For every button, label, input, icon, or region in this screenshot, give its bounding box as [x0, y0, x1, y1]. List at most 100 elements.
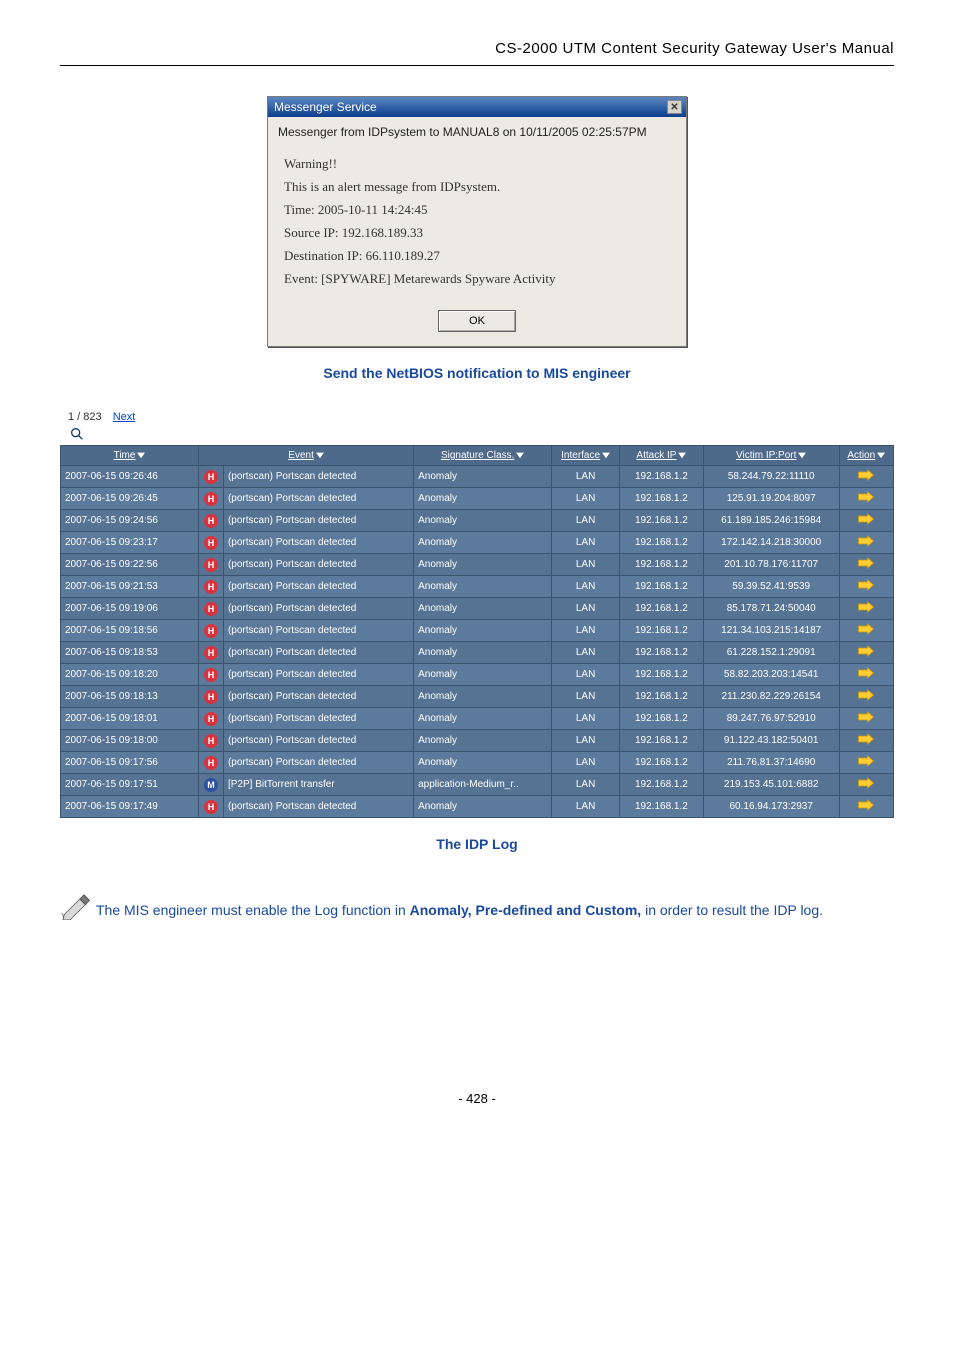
- cell-interface: LAN: [552, 642, 620, 664]
- cell-risk: H: [199, 466, 224, 488]
- cell-event: (portscan) Portscan detected: [223, 598, 413, 620]
- arrow-icon[interactable]: [857, 733, 875, 748]
- cell-victim-ip: 125.91.19.204:8097: [703, 488, 839, 510]
- dialog-line: This is an alert message from IDPsystem.: [284, 179, 670, 195]
- cell-action[interactable]: [839, 774, 893, 796]
- cell-action[interactable]: [839, 510, 893, 532]
- cell-action[interactable]: [839, 532, 893, 554]
- cell-event: (portscan) Portscan detected: [223, 752, 413, 774]
- cell-attack-ip: 192.168.1.2: [620, 488, 704, 510]
- cell-event: (portscan) Portscan detected: [223, 576, 413, 598]
- cell-action[interactable]: [839, 664, 893, 686]
- cell-action[interactable]: [839, 686, 893, 708]
- cell-attack-ip: 192.168.1.2: [620, 686, 704, 708]
- arrow-icon[interactable]: [857, 755, 875, 770]
- arrow-icon[interactable]: [857, 645, 875, 660]
- cell-action[interactable]: [839, 730, 893, 752]
- search-icon[interactable]: [68, 425, 86, 443]
- risk-badge: H: [204, 756, 218, 770]
- table-row: 2007-06-15 09:17:56H(portscan) Portscan …: [61, 752, 894, 774]
- cell-interface: LAN: [552, 510, 620, 532]
- cell-action[interactable]: [839, 554, 893, 576]
- col-event[interactable]: Event: [199, 446, 414, 466]
- col-action[interactable]: Action: [839, 446, 893, 466]
- cell-attack-ip: 192.168.1.2: [620, 774, 704, 796]
- cell-time: 2007-06-15 09:18:53: [61, 642, 199, 664]
- table-row: 2007-06-15 09:18:01H(portscan) Portscan …: [61, 708, 894, 730]
- risk-badge: M: [204, 778, 218, 792]
- arrow-icon[interactable]: [857, 777, 875, 792]
- cell-signature: Anomaly: [414, 554, 552, 576]
- risk-badge: H: [204, 580, 218, 594]
- cell-interface: LAN: [552, 752, 620, 774]
- cell-interface: LAN: [552, 708, 620, 730]
- dialog-titlebar: Messenger Service ✕: [268, 97, 686, 117]
- col-interface[interactable]: Interface: [552, 446, 620, 466]
- ok-button[interactable]: OK: [438, 310, 516, 332]
- dialog-line: Destination IP: 66.110.189.27: [284, 248, 670, 264]
- cell-interface: LAN: [552, 532, 620, 554]
- risk-badge: H: [204, 646, 218, 660]
- cell-event: (portscan) Portscan detected: [223, 620, 413, 642]
- cell-action[interactable]: [839, 708, 893, 730]
- cell-signature: Anomaly: [414, 642, 552, 664]
- risk-badge: H: [204, 536, 218, 550]
- cell-attack-ip: 192.168.1.2: [620, 620, 704, 642]
- cell-victim-ip: 211.230.82.229:26154: [703, 686, 839, 708]
- cell-action[interactable]: [839, 466, 893, 488]
- cell-action[interactable]: [839, 576, 893, 598]
- col-attack-ip[interactable]: Attack IP: [620, 446, 704, 466]
- table-row: 2007-06-15 09:18:00H(portscan) Portscan …: [61, 730, 894, 752]
- dialog-body: Warning!! This is an alert message from …: [268, 143, 686, 300]
- col-time[interactable]: Time: [61, 446, 199, 466]
- arrow-icon[interactable]: [857, 513, 875, 528]
- cell-signature: Anomaly: [414, 466, 552, 488]
- cell-interface: LAN: [552, 554, 620, 576]
- cell-action[interactable]: [839, 598, 893, 620]
- cell-risk: H: [199, 510, 224, 532]
- next-link[interactable]: Next: [113, 411, 136, 423]
- arrow-icon[interactable]: [857, 601, 875, 616]
- cell-event: (portscan) Portscan detected: [223, 796, 413, 818]
- arrow-icon[interactable]: [857, 535, 875, 550]
- close-icon[interactable]: ✕: [667, 100, 682, 114]
- cell-interface: LAN: [552, 686, 620, 708]
- arrow-icon[interactable]: [857, 579, 875, 594]
- risk-badge: H: [204, 492, 218, 506]
- arrow-icon[interactable]: [857, 711, 875, 726]
- arrow-icon[interactable]: [857, 623, 875, 638]
- cell-interface: LAN: [552, 796, 620, 818]
- arrow-icon[interactable]: [857, 469, 875, 484]
- cell-risk: H: [199, 796, 224, 818]
- cell-event: (portscan) Portscan detected: [223, 466, 413, 488]
- cell-time: 2007-06-15 09:18:20: [61, 664, 199, 686]
- page-counts: 1 / 823: [68, 411, 102, 423]
- col-signature[interactable]: Signature Class.: [414, 446, 552, 466]
- table-row: 2007-06-15 09:26:46H(portscan) Portscan …: [61, 466, 894, 488]
- cell-risk: H: [199, 664, 224, 686]
- cell-action[interactable]: [839, 796, 893, 818]
- cell-attack-ip: 192.168.1.2: [620, 664, 704, 686]
- risk-badge: H: [204, 624, 218, 638]
- dialog-line: Source IP: 192.168.189.33: [284, 225, 670, 241]
- col-victim-ip[interactable]: Victim IP:Port: [703, 446, 839, 466]
- cell-action[interactable]: [839, 488, 893, 510]
- arrow-icon[interactable]: [857, 799, 875, 814]
- table-row: 2007-06-15 09:18:56H(portscan) Portscan …: [61, 620, 894, 642]
- cell-event: (portscan) Portscan detected: [223, 554, 413, 576]
- arrow-icon[interactable]: [857, 491, 875, 506]
- cell-victim-ip: 61.228.152.1:29091: [703, 642, 839, 664]
- arrow-icon[interactable]: [857, 689, 875, 704]
- arrow-icon[interactable]: [857, 557, 875, 572]
- cell-victim-ip: 59.39.52.41:9539: [703, 576, 839, 598]
- cell-action[interactable]: [839, 642, 893, 664]
- dialog-title: Messenger Service: [274, 100, 377, 114]
- cell-victim-ip: 61.189.185.246:15984: [703, 510, 839, 532]
- cell-risk: H: [199, 532, 224, 554]
- cell-action[interactable]: [839, 620, 893, 642]
- dialog-line: Warning!!: [284, 156, 670, 172]
- arrow-icon[interactable]: [857, 667, 875, 682]
- table-row: 2007-06-15 09:21:53H(portscan) Portscan …: [61, 576, 894, 598]
- cell-action[interactable]: [839, 752, 893, 774]
- cell-time: 2007-06-15 09:24:56: [61, 510, 199, 532]
